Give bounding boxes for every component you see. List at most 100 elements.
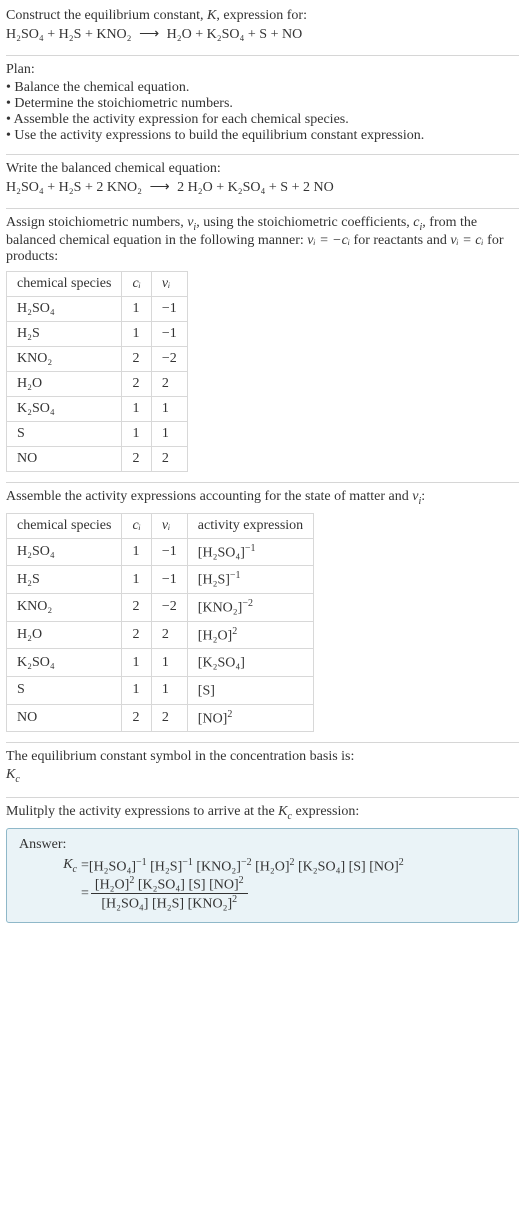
kc-c: c <box>15 774 19 785</box>
cell: −1 <box>151 321 187 346</box>
ae-base: [KNO₂] <box>198 601 243 616</box>
cell: 1 <box>122 396 151 421</box>
term-exp: 2 <box>129 875 134 886</box>
kc-k: K <box>278 804 287 819</box>
cell: S <box>7 676 122 704</box>
basis-line1: The equilibrium constant symbol in the c… <box>6 749 519 765</box>
cell: KNO₂ <box>7 346 122 371</box>
cell: 1 <box>122 538 151 566</box>
stoich-section: Assign stoichiometric numbers, νi, using… <box>6 209 519 482</box>
table-row: H₂SO₄1−1[H₂SO₄]−1 <box>7 538 314 566</box>
title-post: , expression for: <box>216 8 307 23</box>
kc-row-product: Kc = [H₂SO₄]−1 [H₂S]−1 [KNO₂]−2 [H₂O]2 [… <box>47 857 506 875</box>
cell: 1 <box>122 649 151 677</box>
eq-lhs: H₂SO₄ + H₂S + 2 KNO₂ <box>6 180 142 195</box>
ae-base: [H₂SO₄] <box>198 545 245 560</box>
cell: [NO]2 <box>187 704 313 732</box>
plan-section: Plan: Balance the chemical equation. Det… <box>6 56 519 154</box>
cell: −1 <box>151 296 187 321</box>
term-exp: −2 <box>241 857 252 868</box>
col-ci: cᵢ <box>122 513 151 538</box>
cell: 2 <box>122 446 151 471</box>
col-species: chemical species <box>7 271 122 296</box>
cell: 2 <box>151 446 187 471</box>
title-line: Construct the equilibrium constant, K, e… <box>6 8 519 24</box>
ae-base: [K₂SO₄] <box>198 656 245 671</box>
cell: 2 <box>122 621 151 649</box>
ci-header: cᵢ <box>132 518 140 533</box>
cell: 2 <box>151 371 187 396</box>
text: Mulitply the activity expressions to arr… <box>6 804 278 819</box>
ae-base: [NO] <box>198 711 228 726</box>
text: for reactants and <box>350 233 450 248</box>
text: Assign stoichiometric numbers, <box>6 215 187 230</box>
cell: S <box>7 421 122 446</box>
term-base: [H₂O] <box>95 877 129 892</box>
cell: [K₂SO₄] <box>187 649 313 677</box>
multiply-intro: Mulitply the activity expressions to arr… <box>6 804 519 822</box>
table-row: K₂SO₄11[K₂SO₄] <box>7 649 314 677</box>
ae-base: [S] <box>198 684 215 699</box>
col-species: chemical species <box>7 513 122 538</box>
arrow-icon: ⟶ <box>146 180 174 195</box>
table-row: KNO₂2−2[KNO₂]−2 <box>7 593 314 621</box>
table-row: H₂O22[H₂O]2 <box>7 621 314 649</box>
page-root: Construct the equilibrium constant, K , e… <box>0 0 525 943</box>
ae-exp: 2 <box>227 709 232 720</box>
multiply-section: Mulitply the activity expressions to arr… <box>6 798 519 933</box>
term-exp: 2 <box>290 857 295 868</box>
table-row: H₂S1−1[H₂S]−1 <box>7 566 314 594</box>
balanced-intro: Write the balanced chemical equation: <box>6 161 519 177</box>
term-base: [K₂SO₄] <box>138 877 185 892</box>
kc-k: K <box>6 767 15 782</box>
equals: = <box>81 858 89 873</box>
stoich-table: chemical species cᵢ νᵢ H₂SO₄1−1 H₂S1−1 K… <box>6 271 188 472</box>
term-base: [S] <box>349 859 366 874</box>
cell: 2 <box>122 593 151 621</box>
cell: [KNO₂]−2 <box>187 593 313 621</box>
cell: K₂SO₄ <box>7 396 122 421</box>
term-base: [H₂SO₄] <box>89 859 136 874</box>
cell: [H₂SO₄]−1 <box>187 538 313 566</box>
text: expression: <box>292 804 359 819</box>
term-base: [NO] <box>209 877 239 892</box>
kc-k: K <box>63 857 72 872</box>
term-base: [KNO₂] <box>188 897 233 912</box>
cell: −2 <box>151 346 187 371</box>
col-ae: activity expression <box>187 513 313 538</box>
cell: H₂S <box>7 566 122 594</box>
term-base: [KNO₂] <box>196 859 241 874</box>
cell: H₂SO₄ <box>7 296 122 321</box>
kc-terms: [H₂SO₄]−1 [H₂S]−1 [KNO₂]−2 [H₂O]2 [K₂SO₄… <box>89 857 404 875</box>
ae-base: [H₂S] <box>198 573 230 588</box>
cell: −1 <box>151 538 187 566</box>
cell: 2 <box>151 704 187 732</box>
equals: = <box>81 886 89 901</box>
term-exp: −1 <box>182 857 193 868</box>
answer-label: Answer: <box>19 837 506 853</box>
term-base: [S] <box>188 877 205 892</box>
cell: 2 <box>122 371 151 396</box>
cell: NO <box>7 704 122 732</box>
plan-item: Balance the chemical equation. <box>6 80 519 96</box>
title-pre: Construct the equilibrium constant, <box>6 8 207 23</box>
cell: [H₂S]−1 <box>187 566 313 594</box>
term-exp: 2 <box>239 875 244 886</box>
table-row: S11 <box>7 421 188 446</box>
fraction: [H₂O]2 [K₂SO₄] [S] [NO]2 [H₂SO₄] [H₂S] [… <box>91 875 248 912</box>
activity-intro: Assemble the activity expressions accoun… <box>6 489 519 507</box>
unbalanced-equation: H₂SO₄ + H₂S + KNO₂ ⟶ H₂O + K₂SO₄ + S + N… <box>6 26 519 43</box>
col-vi: νᵢ <box>151 271 187 296</box>
stoich-intro: Assign stoichiometric numbers, νi, using… <box>6 215 519 265</box>
term-base: [H₂S] <box>152 897 184 912</box>
text: : <box>421 489 425 504</box>
cell: K₂SO₄ <box>7 649 122 677</box>
cell: KNO₂ <box>7 593 122 621</box>
col-vi: νᵢ <box>151 513 187 538</box>
table-row: NO 2 2[NO]2 <box>7 704 314 732</box>
answer-box: Answer: Kc = [H₂SO₄]−1 [H₂S]−1 [KNO₂]−2 … <box>6 828 519 923</box>
cell: −1 <box>151 566 187 594</box>
term-exp: −1 <box>136 857 147 868</box>
relation: νᵢ = cᵢ <box>450 233 483 248</box>
basis-section: The equilibrium constant symbol in the c… <box>6 743 519 797</box>
